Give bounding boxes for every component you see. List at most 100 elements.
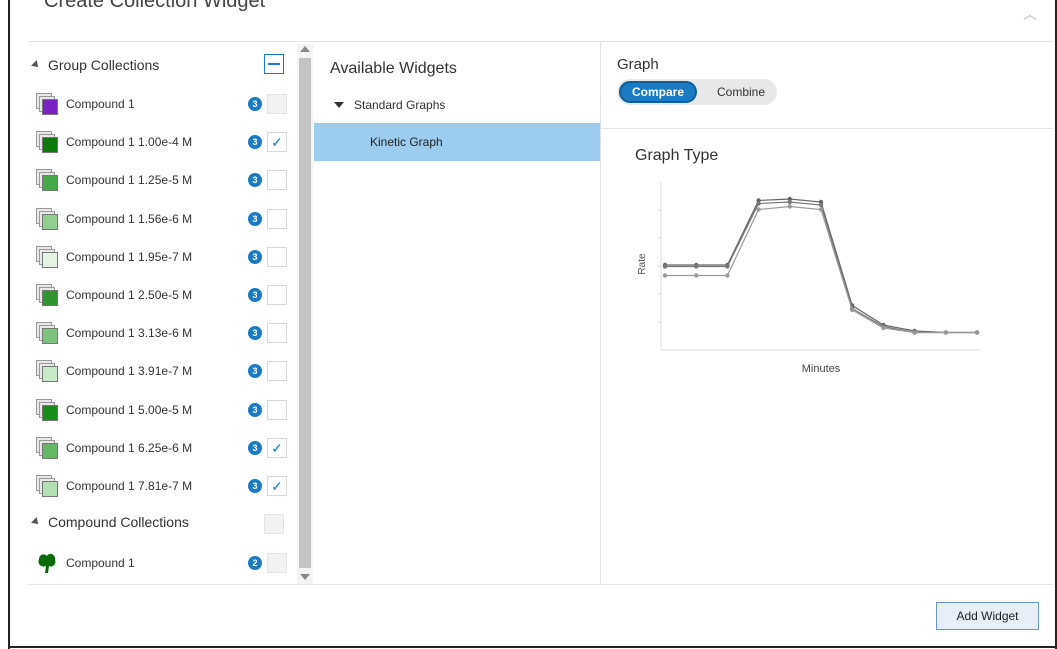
checkmark-icon: ✓: [271, 134, 283, 151]
count-badge: 3: [248, 479, 262, 493]
collection-label: Compound 1 3.91e-7 M: [66, 364, 193, 379]
collapse-triangle-icon: [31, 517, 41, 527]
group-collections-header[interactable]: Group Collections: [31, 57, 159, 73]
compare-combine-toggle: Compare Combine: [617, 79, 777, 105]
collection-row[interactable]: Compound 1 1.56e-6 M 3: [36, 204, 291, 234]
collection-row[interactable]: Compound 1 1.00e-4 M 3 ✓: [36, 127, 291, 157]
count-badge: 3: [248, 364, 262, 379]
collection-stack-icon: [36, 169, 58, 192]
collection-checkbox[interactable]: ✓: [267, 476, 287, 496]
collection-row[interactable]: Compound 1 2.50e-5 M 3: [36, 280, 291, 310]
collections-scrollbar[interactable]: [297, 44, 313, 584]
collection-row[interactable]: Compound 1 5.00e-5 M 3: [36, 395, 291, 425]
y-axis-label: Rate: [637, 253, 648, 275]
collection-checkbox[interactable]: [267, 170, 287, 191]
collection-stack-icon: [36, 475, 58, 497]
expand-triangle-icon: [334, 102, 344, 108]
collection-row[interactable]: Compound 1 2: [36, 548, 291, 578]
data-point: [818, 202, 824, 208]
series-line: [665, 198, 977, 334]
checkmark-icon: ✓: [271, 439, 283, 456]
collection-row[interactable]: Compound 1 6.25e-6 M 3 ✓: [36, 433, 291, 463]
collection-stack-icon: [36, 436, 58, 459]
collection-stack-icon: [36, 360, 58, 383]
data-point: [974, 330, 980, 335]
standard-graphs-group[interactable]: Standard Graphs: [334, 98, 445, 112]
available-widgets-title: Available Widgets: [330, 60, 457, 77]
collection-label: Compound 1 1.25e-5 M: [66, 173, 193, 188]
collection-stack-icon: [36, 93, 58, 115]
compare-button[interactable]: Compare: [619, 81, 697, 103]
collection-label: Compound 1 3.13e-6 M: [66, 326, 193, 341]
count-badge: 3: [248, 97, 262, 111]
collection-checkbox[interactable]: ✓: [267, 437, 287, 458]
data-point: [881, 325, 886, 331]
compound-blob-icon: [36, 552, 58, 574]
collection-checkbox: [267, 94, 287, 114]
collection-stack-icon: [36, 131, 58, 154]
compound-collections-header[interactable]: Compound Collections: [31, 514, 189, 530]
add-widget-button[interactable]: Add Widget: [936, 602, 1039, 630]
count-badge: 3: [248, 173, 262, 188]
collection-label: Compound 1: [66, 97, 135, 111]
group-collections-select-all[interactable]: [264, 54, 284, 74]
data-point: [756, 207, 761, 212]
collection-row[interactable]: Compound 1 1.25e-5 M 3: [36, 165, 291, 195]
collection-label: Compound 1 1.00e-4 M: [66, 135, 193, 150]
collection-row[interactable]: Compound 1 3.91e-7 M 3: [36, 356, 291, 386]
collection-stack-icon: [36, 245, 58, 268]
collection-label: Compound 1: [66, 556, 135, 570]
collection-checkbox[interactable]: [267, 323, 287, 344]
collections-panel: Group Collections Compound 1 3 Compound 1 …: [28, 44, 296, 584]
data-point: [943, 330, 948, 335]
data-point: [725, 273, 730, 278]
collection-stack-icon: [36, 207, 58, 230]
count-badge: 3: [248, 211, 262, 226]
dialog-bottom-border: [8, 646, 1057, 648]
collection-checkbox[interactable]: ✓: [267, 132, 287, 153]
x-axis-label: Minutes: [802, 363, 841, 375]
count-badge: 3: [248, 135, 262, 150]
data-point: [662, 264, 668, 269]
collection-checkbox: [267, 553, 287, 573]
collection-label: Compound 1 1.95e-7 M: [66, 249, 193, 264]
collection-checkbox[interactable]: [267, 208, 287, 229]
collection-row[interactable]: Compound 1 3: [36, 89, 291, 119]
collection-label: Compound 1 6.25e-6 M: [66, 440, 193, 455]
collection-label: Compound 1 1.56e-6 M: [66, 211, 193, 226]
graph-title: Graph: [617, 56, 659, 73]
collection-row[interactable]: Compound 1 7.81e-7 M 3 ✓: [36, 471, 291, 501]
collection-checkbox[interactable]: [267, 361, 287, 382]
scroll-down-icon[interactable]: [300, 574, 310, 580]
available-widgets-panel: Available Widgets Standard Graphs Kineti…: [314, 44, 600, 584]
count-badge: 2: [248, 556, 262, 570]
count-badge: 3: [248, 288, 262, 302]
minus-icon: [268, 63, 280, 65]
data-point: [694, 264, 699, 269]
collection-checkbox[interactable]: [267, 246, 287, 267]
combine-button[interactable]: Combine: [707, 79, 775, 105]
collection-stack-icon: [36, 398, 58, 421]
data-point: [756, 201, 761, 206]
footer-divider: [28, 584, 1053, 585]
compound-collections-select-all: [264, 514, 284, 534]
collection-label: Compound 1 7.81e-7 M: [66, 479, 193, 493]
collection-stack-icon: [36, 322, 58, 345]
chevron-up-icon[interactable]: ︿: [1023, 4, 1037, 24]
data-point: [694, 273, 699, 278]
collection-row[interactable]: Compound 1 3.13e-6 M 3: [36, 318, 291, 348]
kinetic-graph-preview: Rate Minutes: [637, 182, 981, 375]
collection-checkbox[interactable]: [267, 285, 287, 305]
collection-stack-icon: [36, 284, 58, 306]
collection-row[interactable]: Compound 1 1.95e-7 M 3: [36, 242, 291, 272]
data-point: [662, 273, 668, 278]
dialog-title: Create Collection Widget: [44, 0, 266, 12]
scroll-thumb[interactable]: [299, 58, 311, 568]
scroll-up-icon[interactable]: [300, 46, 310, 52]
collection-checkbox[interactable]: [267, 399, 287, 420]
graph-panel: Graph Compare Combine Graph Type Rate Min…: [601, 44, 1053, 584]
kinetic-graph-item[interactable]: Kinetic Graph: [314, 123, 600, 161]
series-line: [665, 205, 977, 334]
data-point: [787, 204, 792, 209]
data-point: [725, 264, 730, 269]
